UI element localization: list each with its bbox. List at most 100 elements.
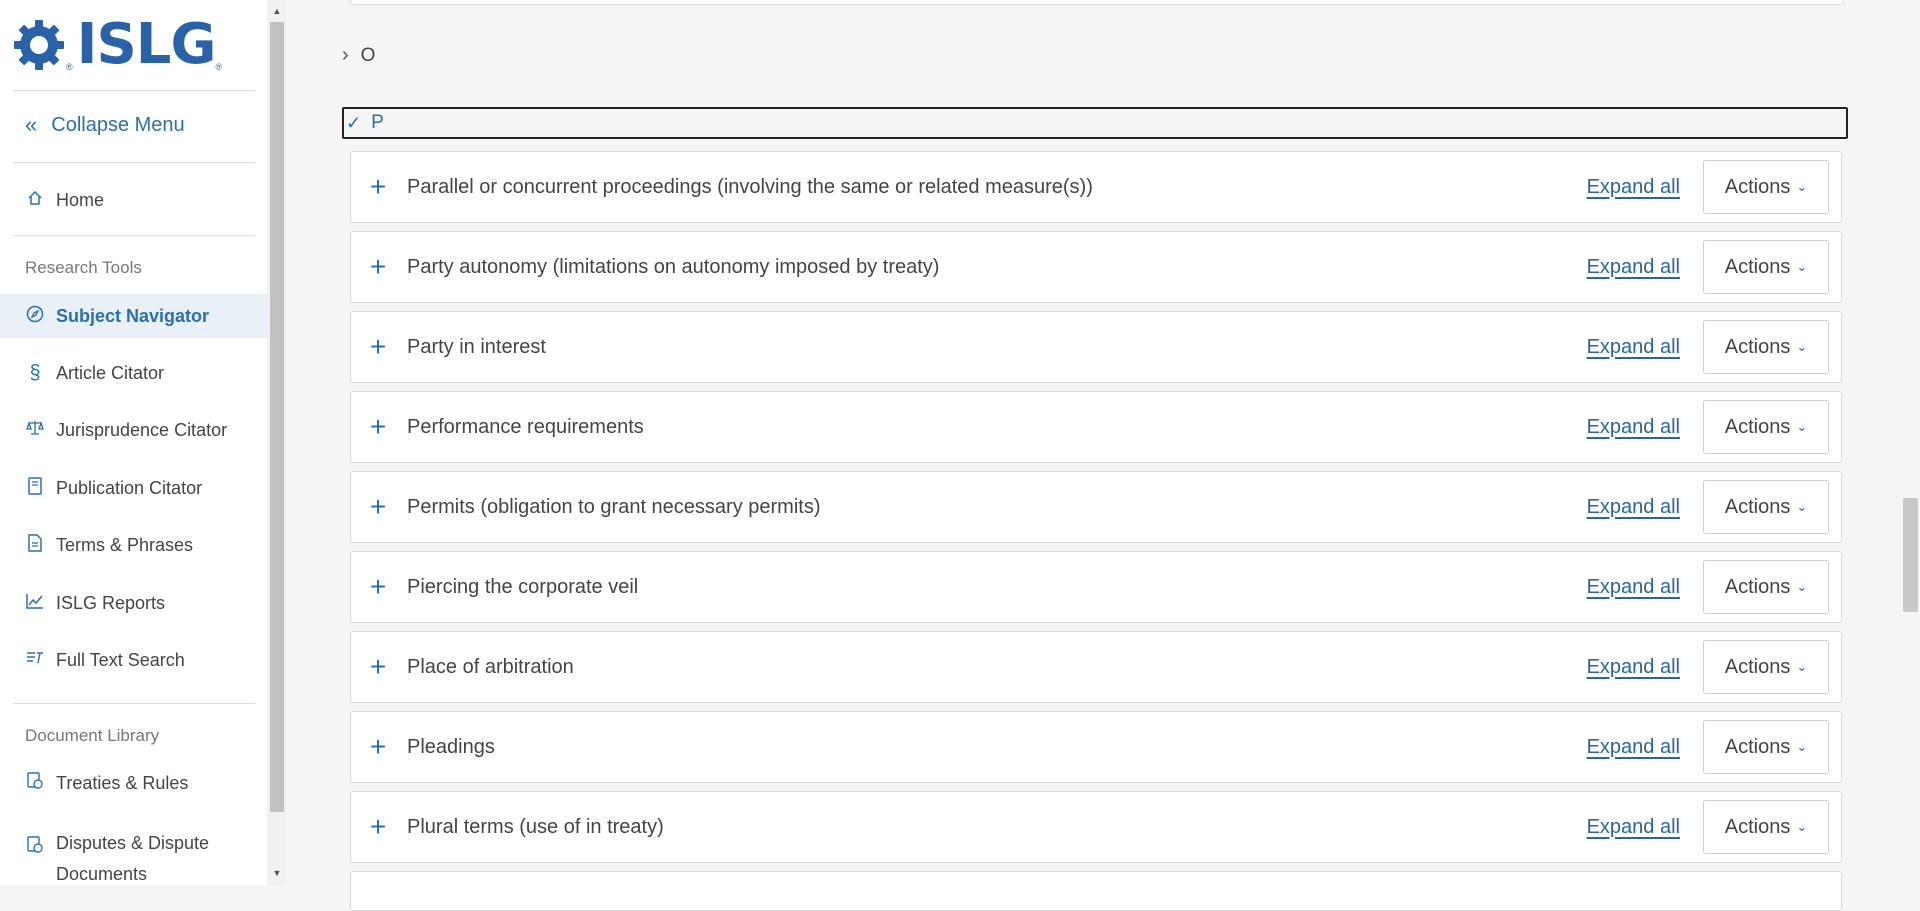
document-icon xyxy=(24,533,46,557)
list-item: + Permits (obligation to grant necessary… xyxy=(350,471,1842,543)
actions-dropdown[interactable]: Actions ⌄ xyxy=(1703,720,1829,774)
expand-all-link[interactable]: Expand all xyxy=(1587,656,1680,679)
logo-text: ISLG xyxy=(76,12,217,77)
plus-icon[interactable]: + xyxy=(367,571,389,603)
topic-label[interactable]: Place of arbitration xyxy=(407,656,1587,679)
sidebar-item-label: Treaties & Rules xyxy=(56,772,189,793)
sidebar-item-label: Jurisprudence Citator xyxy=(56,419,228,440)
chevron-down-icon: ⌄ xyxy=(1796,419,1808,434)
plus-icon[interactable]: + xyxy=(367,731,389,763)
chevron-right-icon: › xyxy=(342,44,349,66)
sidebar-item-label: Subject Navigator xyxy=(56,305,210,326)
chevron-down-icon: ✓ xyxy=(346,112,362,133)
actions-dropdown[interactable]: Actions ⌄ xyxy=(1703,560,1829,614)
letter-p-label: P xyxy=(371,112,384,133)
actions-dropdown[interactable]: Actions ⌄ xyxy=(1703,480,1829,534)
sidebar-item-islg-reports[interactable]: ISLG Reports xyxy=(0,581,267,625)
scales-icon xyxy=(24,420,46,441)
actions-label: Actions xyxy=(1724,175,1791,198)
sidebar-divider xyxy=(13,162,255,163)
sidebar-item-disputes[interactable]: Disputes & Dispute Documents xyxy=(0,818,267,884)
sidebar-item-label: Publication Citator xyxy=(56,477,203,498)
topic-label[interactable]: Performance requirements xyxy=(407,416,1587,439)
sidebar-item-home[interactable]: Home xyxy=(0,178,267,222)
actions-label: Actions xyxy=(1724,815,1791,838)
actions-dropdown[interactable]: Actions ⌄ xyxy=(1703,800,1829,854)
letter-group-p[interactable]: ✓ P xyxy=(342,107,1848,139)
sidebar-item-label: Article Citator xyxy=(56,362,165,383)
chevron-down-icon: ⌄ xyxy=(1796,179,1808,194)
chevron-down-icon: ⌄ xyxy=(1796,659,1808,674)
list-item: + Place of arbitration Expand all Action… xyxy=(350,631,1842,703)
list-item-partial xyxy=(350,871,1842,911)
scroll-down-arrow-icon[interactable]: ▼ xyxy=(271,868,283,878)
list-item: + Performance requirements Expand all Ac… xyxy=(350,391,1842,463)
plus-icon[interactable]: + xyxy=(367,411,389,443)
sidebar-item-label: Home xyxy=(56,189,105,210)
chart-line-icon xyxy=(24,593,46,614)
topic-label[interactable]: Permits (obligation to grant necessary p… xyxy=(407,496,1587,519)
sidebar-item-label: Terms & Phrases xyxy=(56,534,194,555)
sidebar-item-treaties-rules[interactable]: Treaties & Rules xyxy=(0,761,267,805)
topic-label[interactable]: Parallel or concurrent proceedings (invo… xyxy=(407,176,1587,199)
chevron-down-icon: ⌄ xyxy=(1796,579,1808,594)
sidebar-item-label: Disputes & Dispute Documents xyxy=(56,833,210,884)
letter-group-o[interactable]: › O xyxy=(342,44,375,67)
actions-dropdown[interactable]: Actions ⌄ xyxy=(1703,240,1829,294)
letter-o-label: O xyxy=(360,44,376,66)
plus-icon[interactable]: + xyxy=(367,491,389,523)
islg-logo[interactable]: ® ISLG ® xyxy=(12,16,222,74)
sidebar-item-jurisprudence-citator[interactable]: Jurisprudence Citator xyxy=(0,408,267,452)
expand-all-link[interactable]: Expand all xyxy=(1587,736,1680,759)
sidebar-item-publication-citator[interactable]: Publication Citator xyxy=(0,466,267,510)
actions-label: Actions xyxy=(1724,255,1791,278)
plus-icon[interactable]: + xyxy=(367,251,389,283)
sidebar-item-subject-navigator[interactable]: Subject Navigator xyxy=(0,294,267,338)
expand-all-link[interactable]: Expand all xyxy=(1587,576,1680,599)
topic-label[interactable]: Pleadings xyxy=(407,736,1587,759)
plus-icon[interactable]: + xyxy=(367,651,389,683)
list-item: + Party autonomy (limitations on autonom… xyxy=(350,231,1842,303)
compass-icon xyxy=(24,305,46,328)
actions-dropdown[interactable]: Actions ⌄ xyxy=(1703,320,1829,374)
topic-label[interactable]: Piercing the corporate veil xyxy=(407,576,1587,599)
page-scrollbar[interactable] xyxy=(1901,0,1920,885)
page-scrollbar-thumb[interactable] xyxy=(1903,498,1918,612)
text-search-icon xyxy=(24,651,46,670)
sidebar-item-article-citator[interactable]: § Article Citator xyxy=(0,351,267,395)
expand-all-link[interactable]: Expand all xyxy=(1587,176,1680,199)
sidebar-item-label: ISLG Reports xyxy=(56,592,166,613)
sidebar-item-label: Full Text Search xyxy=(56,649,185,670)
list-item: + Piercing the corporate veil Expand all… xyxy=(350,551,1842,623)
sidebar-item-terms-phrases[interactable]: Terms & Phrases xyxy=(0,523,267,567)
sidebar-scrollbar-thumb[interactable] xyxy=(270,22,284,812)
expand-all-link[interactable]: Expand all xyxy=(1587,256,1680,279)
plus-icon[interactable]: + xyxy=(367,171,389,203)
topic-label[interactable]: Party autonomy (limitations on autonomy … xyxy=(407,256,1587,279)
list-item: + Party in interest Expand all Actions ⌄ xyxy=(350,311,1842,383)
expand-all-link[interactable]: Expand all xyxy=(1587,496,1680,519)
expand-all-link[interactable]: Expand all xyxy=(1587,416,1680,439)
section-label-research-tools: Research Tools xyxy=(25,258,142,277)
section-label-document-library: Document Library xyxy=(25,726,160,745)
plus-icon[interactable]: + xyxy=(367,331,389,363)
list-item: + Plural terms (use of in treaty) Expand… xyxy=(350,791,1842,863)
expand-all-link[interactable]: Expand all xyxy=(1587,336,1680,359)
expand-all-link[interactable]: Expand all xyxy=(1587,816,1680,839)
topic-label[interactable]: Party in interest xyxy=(407,336,1587,359)
plus-icon[interactable]: + xyxy=(367,811,389,843)
chevron-down-icon: ⌄ xyxy=(1796,739,1808,754)
previous-letter-panel xyxy=(350,0,1844,5)
section-icon: § xyxy=(29,361,41,384)
scroll-up-arrow-icon[interactable]: ▲ xyxy=(271,6,283,16)
actions-label: Actions xyxy=(1724,575,1791,598)
topic-label[interactable]: Plural terms (use of in treaty) xyxy=(407,816,1587,839)
actions-label: Actions xyxy=(1724,735,1791,758)
collapse-menu-button[interactable]: « Collapse Menu xyxy=(25,112,185,138)
sidebar-item-full-text-search[interactable]: Full Text Search xyxy=(0,638,267,682)
actions-dropdown[interactable]: Actions ⌄ xyxy=(1703,400,1829,454)
actions-dropdown[interactable]: Actions ⌄ xyxy=(1703,160,1829,214)
sidebar-divider xyxy=(13,235,255,236)
actions-dropdown[interactable]: Actions ⌄ xyxy=(1703,640,1829,694)
chevron-down-icon: ⌄ xyxy=(1796,499,1808,514)
